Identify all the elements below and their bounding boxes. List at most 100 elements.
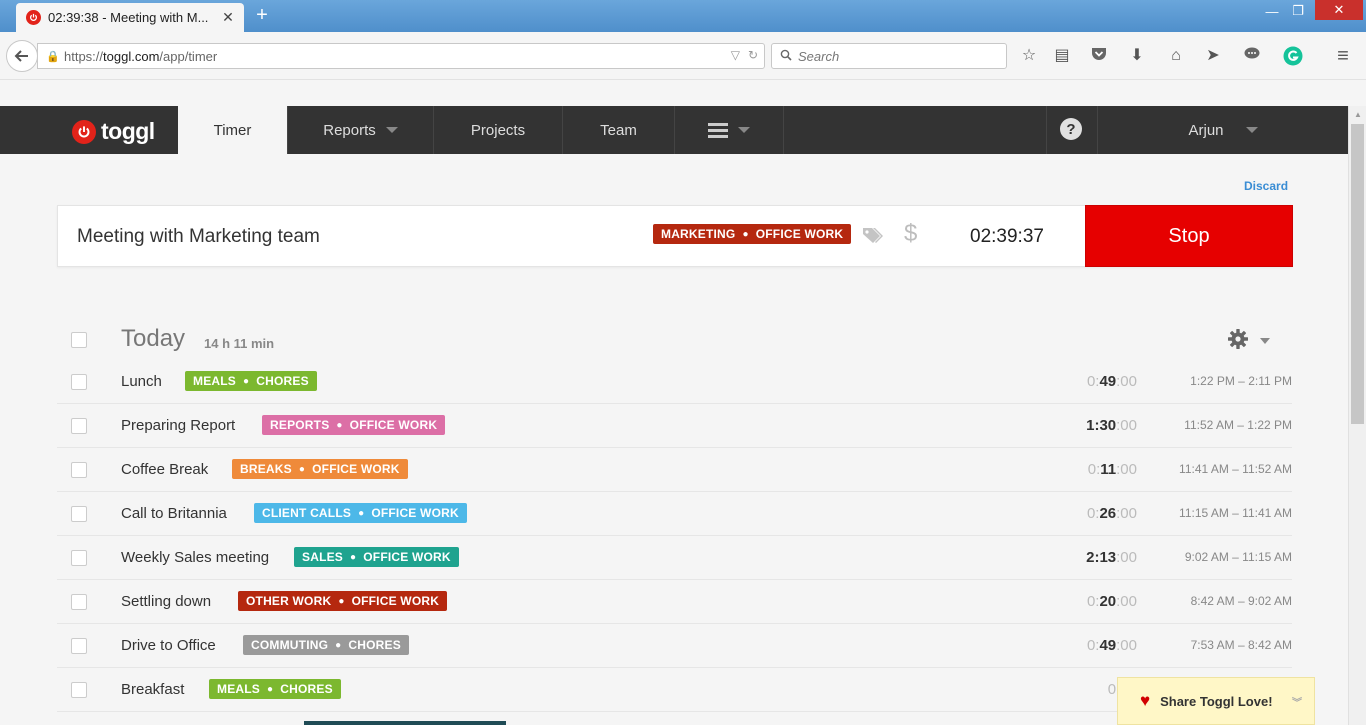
new-tab-button[interactable]: + <box>252 5 272 25</box>
entry-project-tag[interactable]: COMMUTING ● CHORES <box>243 635 409 655</box>
entry-checkbox[interactable] <box>71 594 87 610</box>
entry-checkbox[interactable] <box>71 682 87 698</box>
entry-duration[interactable]: 0:11:00 <box>1088 461 1137 478</box>
window-maximize-button[interactable]: ❐ <box>1283 0 1313 22</box>
page-scrollbar[interactable]: ▲ <box>1348 106 1366 725</box>
scroll-up-icon[interactable]: ▲ <box>1352 110 1364 119</box>
time-entry-row[interactable]: Settling down OTHER WORK ● OFFICE WORK 0:20:… <box>57 580 1292 624</box>
entry-project-tag[interactable]: SALES ● OFFICE WORK <box>294 547 459 567</box>
entry-checkbox[interactable] <box>71 638 87 654</box>
entry-description[interactable]: Drive to Office <box>121 637 216 654</box>
entry-description[interactable]: Breakfast <box>121 681 184 698</box>
url-bar[interactable]: 🔒 https:// toggl.com /app/timer ▽ ↻ <box>37 43 765 69</box>
entry-duration[interactable]: 0:20:00 <box>1087 593 1137 610</box>
settings-caret-icon[interactable] <box>1260 338 1270 344</box>
url-host: toggl.com <box>103 48 160 64</box>
nav-projects[interactable]: Projects <box>434 106 563 154</box>
entry-description[interactable]: Call to Britannia <box>121 505 227 522</box>
entry-time-range[interactable]: 11:52 AM – 1:22 PM <box>1184 418 1292 432</box>
nav-team[interactable]: Team <box>563 106 675 154</box>
entry-project-tag[interactable]: MEALS ● CHORES <box>185 371 317 391</box>
nav-timer[interactable]: Timer <box>178 106 287 154</box>
time-entry-row[interactable]: Weekly Sales meeting SALES ● OFFICE WORK 2:1… <box>57 536 1292 580</box>
duration-lead: 0: <box>1086 637 1100 654</box>
timer-elapsed[interactable]: 02:39:37 <box>970 226 1044 248</box>
send-icon[interactable]: ➤ <box>1202 46 1224 68</box>
entry-project-tag[interactable]: CLIENT CALLS ● OFFICE WORK <box>254 503 467 523</box>
entry-duration[interactable]: 0:49:00 <box>1087 637 1137 654</box>
window-close-button[interactable]: ✕ <box>1315 0 1363 20</box>
timer-project-tag[interactable]: MARKETING ● OFFICE WORK <box>653 224 852 244</box>
nav-reports[interactable]: Reports <box>287 106 434 154</box>
entry-tag-pill[interactable]: COMMUTING ● CHORES <box>243 635 409 655</box>
entry-time-range[interactable]: 1:22 PM – 2:11 PM <box>1190 374 1292 388</box>
entry-tag-pill[interactable]: OTHER WORK ● OFFICE WORK <box>238 591 448 611</box>
gear-icon[interactable] <box>1227 328 1249 356</box>
entry-project-tag[interactable]: OTHER WORK ● OFFICE WORK <box>238 591 448 611</box>
entry-time-range[interactable]: 7:53 AM – 8:42 AM <box>1191 638 1292 652</box>
entry-tag-pill[interactable]: MEALS ● CHORES <box>209 679 341 699</box>
entry-project-tag[interactable]: MEALS ● CHORES <box>209 679 341 699</box>
entry-duration[interactable]: 0:49:00 <box>1087 373 1137 390</box>
grammarly-icon[interactable] <box>1282 46 1304 68</box>
entry-duration[interactable]: 2:13:00 <box>1086 549 1137 566</box>
back-button[interactable] <box>6 40 38 72</box>
entry-checkbox[interactable] <box>71 374 87 390</box>
chat-icon[interactable] <box>1241 46 1263 68</box>
scrollbar-thumb[interactable] <box>1351 124 1364 424</box>
browser-tab[interactable]: 02:39:38 - Meeting with M... ✕ <box>16 3 244 32</box>
entry-time-range[interactable]: 8:42 AM – 9:02 AM <box>1191 594 1292 608</box>
time-entry-row[interactable]: Lunch MEALS ● CHORES 0:49:00 1:22 PM – 2:11 P… <box>57 360 1292 404</box>
tag-icon[interactable] <box>861 225 887 251</box>
reload-icon[interactable]: ↻ <box>748 48 758 62</box>
billable-dollar-icon[interactable]: $ <box>904 220 917 248</box>
entry-checkbox[interactable] <box>71 418 87 434</box>
day-select-checkbox[interactable] <box>71 332 87 348</box>
entry-checkbox[interactable] <box>71 462 87 478</box>
menu-icon[interactable]: ≡ <box>1332 46 1354 68</box>
entry-description[interactable]: Lunch <box>121 373 162 390</box>
entry-duration[interactable]: 1:30:00 <box>1086 417 1137 434</box>
entry-project-tag[interactable]: BREAKS ● OFFICE WORK <box>232 459 408 479</box>
entry-description[interactable]: Coffee Break <box>121 461 208 478</box>
entry-tag-pill[interactable]: SALES ● OFFICE WORK <box>294 547 459 567</box>
tab-close-icon[interactable]: ✕ <box>220 9 236 26</box>
entry-checkbox[interactable] <box>71 506 87 522</box>
time-entry-row[interactable]: BreakfastMEALS●CHORES0:21 <box>57 668 1292 712</box>
time-entry-row[interactable]: Call to Britannia CLIENT CALLS ● OFFICE WOR… <box>57 492 1292 536</box>
home-icon[interactable]: ⌂ <box>1165 46 1187 68</box>
pocket-icon[interactable] <box>1088 46 1110 68</box>
time-entry-row[interactable]: Drive to Office COMMUTING ● CHORES 0:49:00 7:… <box>57 624 1292 668</box>
nav-user-menu[interactable]: Arjun <box>1098 106 1348 154</box>
entry-time-range[interactable]: 9:02 AM – 11:15 AM <box>1185 550 1292 564</box>
collapse-chevron-icon[interactable]: ︾ <box>1292 694 1302 709</box>
download-icon[interactable]: ⬇ <box>1126 46 1148 68</box>
entry-description[interactable]: Settling down <box>121 593 211 610</box>
entry-description[interactable]: Weekly Sales meeting <box>121 549 269 566</box>
discard-link[interactable]: Discard <box>1244 179 1288 193</box>
dropdown-arrow-icon[interactable]: ▽ <box>731 48 740 62</box>
stop-button[interactable]: Stop <box>1085 205 1293 267</box>
entry-description[interactable]: Preparing Report <box>121 417 235 434</box>
timer-description-input[interactable]: Meeting with Marketing team <box>77 226 320 248</box>
search-input[interactable]: Search <box>771 43 1007 69</box>
reading-list-icon[interactable]: ▤ <box>1051 46 1073 68</box>
entry-tag-pill[interactable]: CLIENT CALLS ● OFFICE WORK <box>254 503 467 523</box>
toggl-logo[interactable]: toggl <box>72 118 155 145</box>
entry-tag-pill[interactable]: BREAKS ● OFFICE WORK <box>232 459 408 479</box>
time-entry-row[interactable]: Coffee Break BREAKS ● OFFICE WORK 0:11:00 11:… <box>57 448 1292 492</box>
share-toggl-love-widget[interactable]: ♥ Share Toggl Love! ︾ <box>1117 677 1315 725</box>
entry-time-range[interactable]: 11:41 AM – 11:52 AM <box>1179 462 1292 476</box>
entry-project-tag[interactable]: REPORTS ● OFFICE WORK <box>262 415 446 435</box>
entry-tag-pill[interactable]: REPORTS ● OFFICE WORK <box>262 415 446 435</box>
timer-tag-pill[interactable]: MARKETING ● OFFICE WORK <box>653 224 852 244</box>
entry-duration[interactable]: 0:26:00 <box>1087 505 1137 522</box>
bookmark-star-icon[interactable]: ☆ <box>1018 46 1040 68</box>
nav-more-menu[interactable] <box>675 106 784 154</box>
help-icon[interactable]: ? <box>1060 118 1082 140</box>
time-entry-row[interactable]: Preparing Report REPORTS ● OFFICE WORK 1:30:… <box>57 404 1292 448</box>
entry-checkbox[interactable] <box>71 550 87 566</box>
running-timer: Meeting with Marketing team MARKETING ● … <box>57 205 1293 267</box>
entry-tag-pill[interactable]: MEALS ● CHORES <box>185 371 317 391</box>
entry-time-range[interactable]: 11:15 AM – 11:41 AM <box>1179 506 1292 520</box>
